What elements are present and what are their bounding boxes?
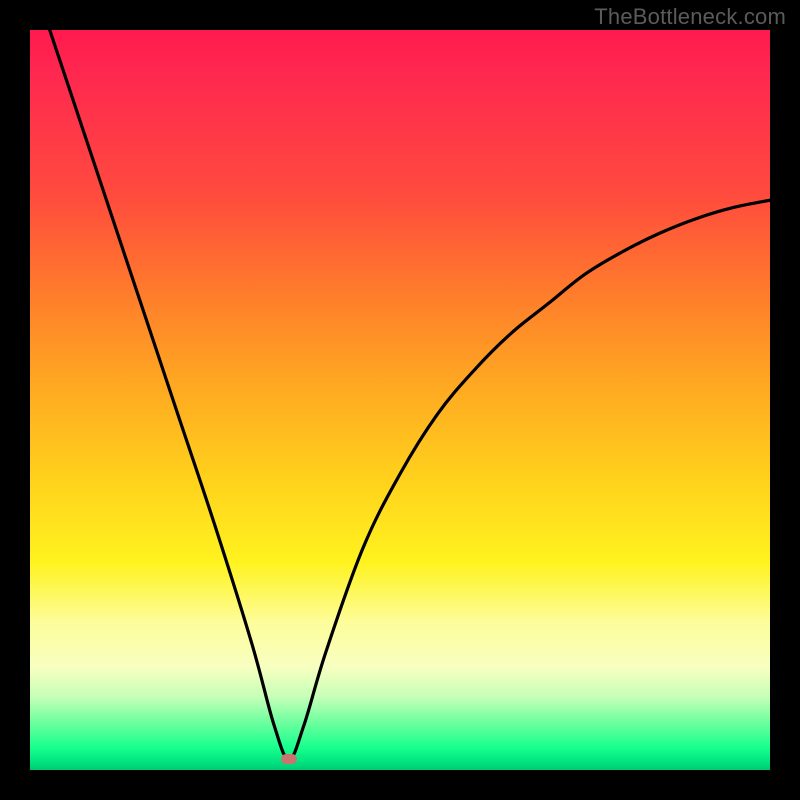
bottleneck-curve	[30, 30, 770, 759]
plot-area	[30, 30, 770, 770]
watermark: TheBottleneck.com	[594, 4, 786, 30]
chart-svg	[30, 30, 770, 770]
optimal-point-marker	[281, 754, 297, 764]
